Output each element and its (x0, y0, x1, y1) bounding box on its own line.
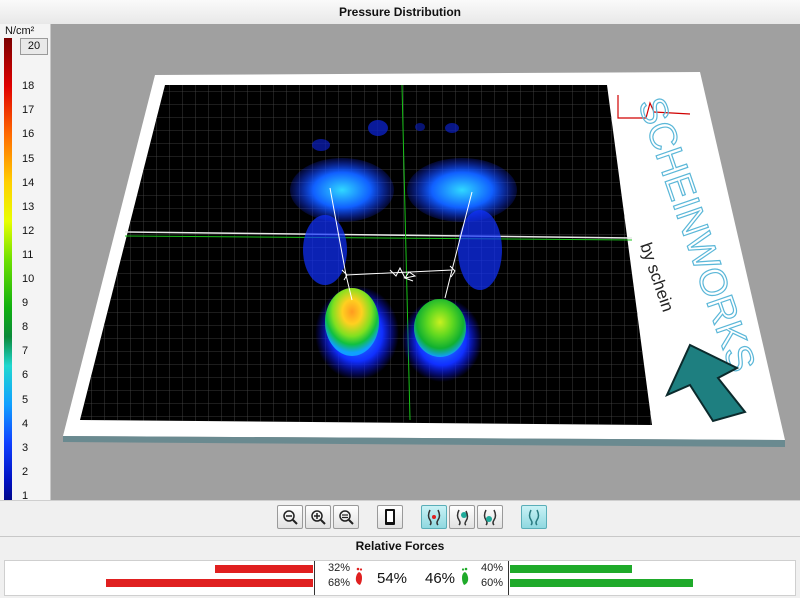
scale-tick: 12 (22, 224, 35, 237)
pressure-plate-device-icon (385, 509, 395, 525)
right-heel-pressure (414, 299, 466, 357)
scale-tick: 2 (22, 465, 29, 478)
right-rearfoot-percent: 60% (481, 577, 504, 589)
left-forefoot-bar (215, 565, 313, 573)
left-rearfoot-percent: 68% (328, 577, 351, 589)
left-forefoot-pressure (290, 158, 394, 222)
left-forefoot-percent: 32% (328, 562, 351, 574)
view-left-foot-button[interactable] (449, 505, 475, 529)
relative-forces-bars: 32% 68% 54% 46% 40% 60% (4, 560, 796, 596)
right-forefoot-pressure (407, 158, 517, 222)
view-toolbar (0, 500, 800, 533)
view-balance-button[interactable] (521, 505, 547, 529)
relative-forces-panel: Relative Forces 32% 68% 54% 46% 40% 60% (0, 536, 800, 598)
unit-label: N/cm² (5, 25, 35, 37)
scale-tick: 10 (22, 273, 35, 285)
zoom-reset-icon (339, 510, 354, 525)
right-rearfoot-bar (510, 579, 693, 587)
zoom-out-icon (283, 510, 298, 525)
scale-tick: 8 (22, 321, 29, 334)
pressure-plate-render: SCHEINWORKS by schein (63, 72, 785, 447)
left-foot-red-icon (355, 567, 363, 585)
scale-tick: 5 (22, 393, 29, 406)
right-foot-icon (483, 509, 497, 526)
right-forefoot-bar (510, 565, 632, 573)
scale-tick: 16 (22, 128, 35, 141)
scale-tick: 17 (22, 104, 35, 117)
scale-tick: 9 (22, 297, 29, 310)
zoom-in-button[interactable] (305, 505, 331, 529)
scale-tick: 4 (22, 417, 29, 430)
scale-tick: 3 (22, 441, 29, 454)
scale-tick: 6 (22, 369, 29, 382)
scale-tick: 14 (22, 176, 35, 189)
max-scale-input[interactable]: 20 (20, 38, 48, 55)
relative-forces-title: Relative Forces (355, 539, 445, 553)
zoom-in-icon (311, 510, 326, 525)
zoom-out-button[interactable] (277, 505, 303, 529)
view-both-feet-button[interactable] (421, 505, 447, 529)
right-forefoot-percent: 40% (481, 562, 504, 574)
right-foot-green-icon (461, 567, 469, 585)
scale-tick: 11 (22, 248, 34, 261)
pressure-color-bar (4, 38, 12, 520)
scale-tick: 7 (22, 345, 29, 358)
left-total-percent: 54% (377, 570, 408, 587)
balance-feet-icon (528, 509, 540, 526)
pressure-scale-panel: N/cm² 20 18 17 16 15 14 13 12 11 10 9 8 7 6 5 4 3 2 1 (0, 24, 51, 520)
scale-tick: 13 (22, 200, 35, 213)
scale-tick: 18 (22, 80, 35, 93)
device-button[interactable] (377, 505, 403, 529)
window-title: Pressure Distribution (0, 0, 800, 25)
left-rearfoot-bar (106, 579, 313, 587)
both-feet-icon (427, 509, 441, 526)
scale-tick: 15 (22, 152, 35, 165)
view-right-foot-button[interactable] (477, 505, 503, 529)
left-foot-icon (456, 509, 469, 526)
3d-pressure-viewport[interactable]: SCHEINWORKS by schein (51, 24, 800, 500)
zoom-reset-button[interactable] (333, 505, 359, 529)
right-total-percent: 46% (425, 570, 456, 587)
